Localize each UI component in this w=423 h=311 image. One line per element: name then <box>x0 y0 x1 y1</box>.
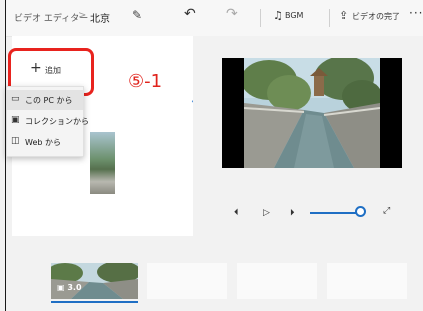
collection-icon: ▣ <box>11 115 20 125</box>
storyboard-clip[interactable] <box>51 263 138 299</box>
redo-icon[interactable]: ↷ <box>226 6 238 22</box>
empty-storyboard-slot[interactable] <box>237 263 317 299</box>
plus-icon: + <box>30 60 42 76</box>
empty-storyboard-slot[interactable] <box>327 263 407 299</box>
web-icon: ◫ <box>11 136 20 146</box>
finish-video-button[interactable]: ビデオの完了 <box>352 11 400 22</box>
bgm-button[interactable]: BGM <box>285 11 303 20</box>
add-button-label: 追加 <box>45 66 61 75</box>
library-media-thumbnail[interactable] <box>90 132 115 194</box>
export-icon[interactable]: ⇪ <box>339 9 348 22</box>
empty-storyboard-slot[interactable] <box>147 263 227 299</box>
menu-item-label: この PC から <box>25 96 73 105</box>
title-bar: ビデオ エディター > 北京 ✎ ↶ ↷ ♫ BGM ⇪ ビデオの完了 ··· <box>6 0 423 37</box>
breadcrumb-separator: > <box>78 10 87 21</box>
music-note-icon[interactable]: ♫ <box>273 9 283 22</box>
pc-icon: ▭ <box>11 94 20 104</box>
project-name: 北京 <box>90 14 110 25</box>
step-annotation: ⑤-1 <box>128 71 163 92</box>
menu-item-label: Web から <box>25 138 61 147</box>
menu-item-label: コレクションから <box>25 117 89 126</box>
undo-icon[interactable]: ↶ <box>184 6 196 22</box>
clip-duration-label: ▣ 3.0 <box>57 283 82 292</box>
more-options-icon[interactable]: ··· <box>409 6 423 20</box>
selected-clip-indicator <box>51 301 138 303</box>
preview-frame-image <box>244 58 380 168</box>
clip-thumbnail-image <box>51 263 138 299</box>
video-preview[interactable] <box>222 58 402 168</box>
toolbar-divider <box>260 9 261 27</box>
add-source-menu: ▭ この PC から ▣ コレクションから ◫ Web から <box>6 86 89 157</box>
menu-item-from-collection[interactable]: ▣ コレクションから <box>7 111 89 131</box>
clip-duration-value: 3.0 <box>67 283 82 292</box>
toolbar-divider <box>329 9 330 27</box>
fullscreen-icon[interactable]: ⤢ <box>383 206 390 216</box>
seek-slider-knob[interactable] <box>355 206 366 217</box>
skip-back-icon[interactable]: ⏴ <box>234 208 239 218</box>
menu-item-from-web[interactable]: ◫ Web から <box>7 132 83 152</box>
menu-item-from-pc[interactable]: ▭ この PC から <box>7 90 83 110</box>
skip-forward-icon[interactable]: ⏵ <box>290 208 295 218</box>
play-icon[interactable]: ▷ <box>263 208 270 218</box>
rename-pencil-icon[interactable]: ✎ <box>132 8 142 22</box>
